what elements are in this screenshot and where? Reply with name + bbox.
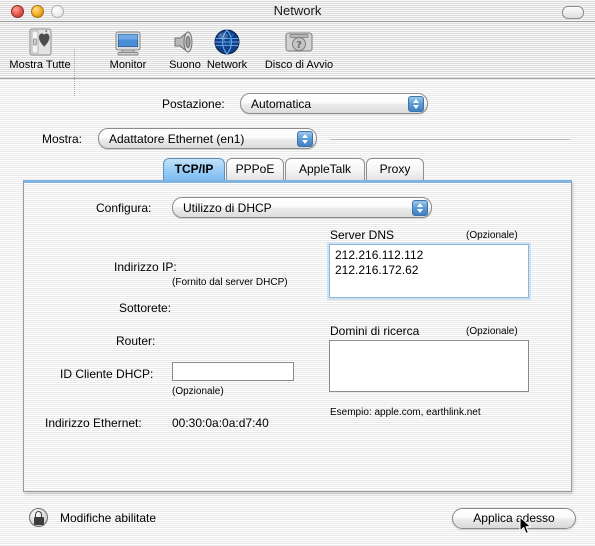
location-popup-value: Automatica [251, 97, 312, 111]
dns-servers-textarea[interactable]: 212.216.112.112 212.216.172.62 [329, 244, 529, 298]
dhcp-client-id-hint: (Opzionale) [172, 386, 224, 397]
ip-address-hint: (Fornito dal server DHCP) [172, 277, 288, 288]
show-row-rule [330, 139, 570, 140]
ip-address-label: Indirizzo IP: [114, 260, 177, 274]
ethernet-address-value: 00:30:0a:0a:d7:40 [172, 416, 269, 430]
toolbar-item-startup-disk[interactable]: ? Disco di Avvio [256, 26, 342, 71]
chevron-updown-icon [408, 96, 424, 112]
toolbar-item-label: Disco di Avvio [264, 59, 334, 71]
location-label: Postazione: [162, 97, 225, 111]
dns-server-line: 212.216.112.112 [335, 248, 424, 262]
location-popup[interactable]: Automatica [240, 93, 428, 114]
show-label: Mostra: [42, 132, 83, 146]
ethernet-address-label: Indirizzo Ethernet: [45, 416, 142, 430]
tab-proxy[interactable]: Proxy [366, 158, 424, 180]
tab-pppoe[interactable]: PPPoE [226, 158, 284, 180]
svg-text:?: ? [296, 40, 302, 51]
dhcp-client-id-label: ID Cliente DHCP: [60, 367, 154, 381]
lock-closed-icon[interactable] [29, 508, 48, 527]
lock-body [33, 516, 44, 525]
show-popup[interactable]: Adattatore Ethernet (en1) [98, 128, 317, 149]
search-domains-textarea[interactable] [329, 340, 529, 392]
dns-servers-optional: (Opzionale) [466, 230, 518, 241]
chevron-updown-icon [412, 200, 428, 216]
window-title: Network [273, 3, 322, 18]
toolbar-item-show-all[interactable]: Mostra Tutte [0, 26, 83, 71]
show-all-icon [0, 26, 83, 58]
search-domains-title: Domini di ricerca [330, 324, 420, 338]
lock-status-label: Modifiche abilitate [60, 511, 157, 525]
tcpip-panel: Configura: Utilizzo di DHCP Indirizzo IP… [23, 180, 572, 492]
dns-servers-title: Server DNS [330, 228, 395, 242]
toolbar: Mostra Tutte Monitor Suono Network ? Dis… [0, 22, 595, 96]
startup-disk-icon: ? [256, 26, 342, 58]
router-label: Router: [116, 334, 156, 348]
tab-tcpip[interactable]: TCP/IP [163, 158, 225, 180]
toolbar-item-label: Mostra Tutte [9, 59, 71, 71]
configure-label: Configura: [96, 201, 152, 215]
network-preferences-window: Network Mostra Tutte Monitor Suono Netwo… [0, 0, 595, 546]
chevron-updown-icon [297, 131, 313, 147]
apply-now-button[interactable]: Applica adesso [452, 508, 576, 529]
toolbar-toggle-button[interactable] [562, 6, 584, 19]
dhcp-client-id-value [173, 363, 293, 365]
search-domains-example: Esempio: apple.com, earthlink.net [330, 407, 481, 418]
preferences-body: Postazione: Automatica Mostra: Adattator… [0, 79, 595, 546]
tab-appletalk[interactable]: AppleTalk [285, 158, 365, 180]
subnet-label: Sottorete: [119, 301, 172, 315]
show-popup-value: Adattatore Ethernet (en1) [109, 132, 245, 146]
title-bar[interactable]: Network [0, 0, 595, 22]
configure-popup-value: Utilizzo di DHCP [183, 201, 272, 215]
configure-popup[interactable]: Utilizzo di DHCP [172, 197, 432, 218]
search-domains-optional: (Opzionale) [466, 326, 518, 337]
dns-server-line: 212.216.172.62 [335, 263, 419, 277]
dhcp-client-id-input[interactable] [172, 362, 294, 381]
